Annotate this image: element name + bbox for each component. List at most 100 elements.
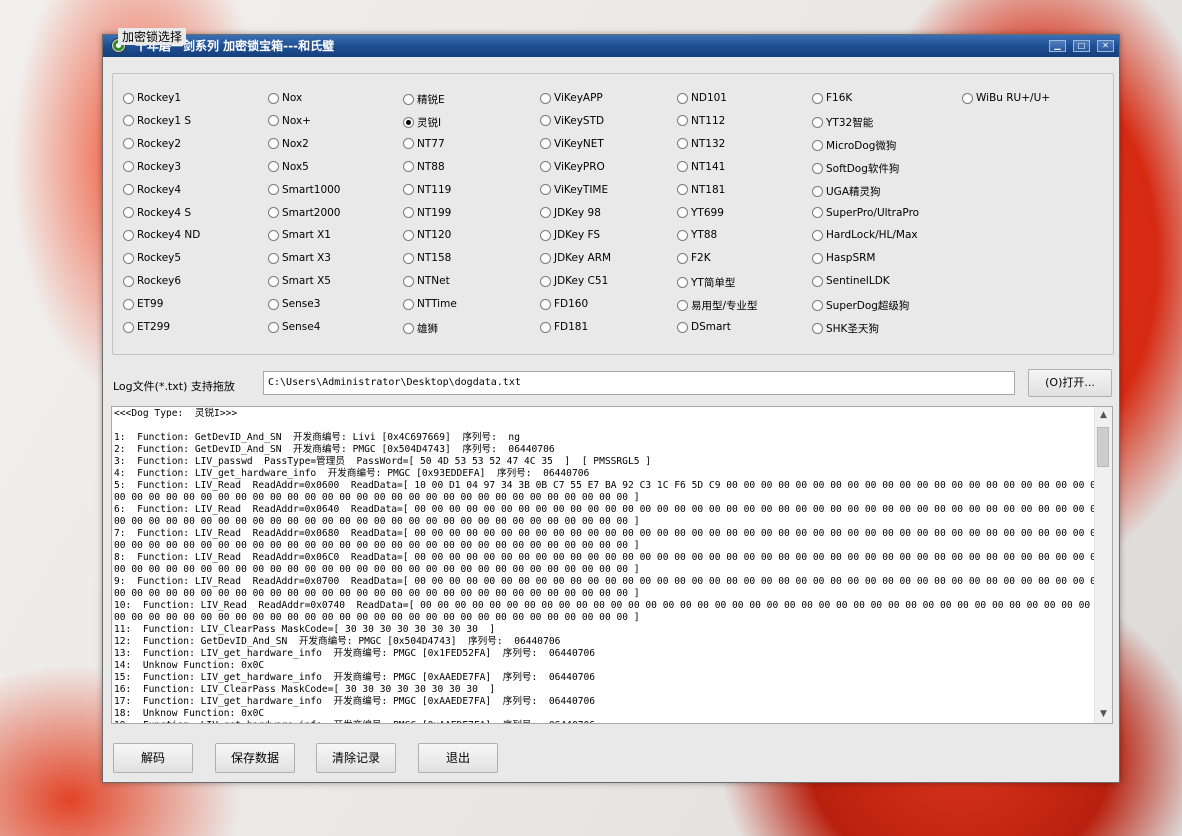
- radio-circle-icon[interactable]: [812, 92, 823, 104]
- radio-circle-icon[interactable]: [268, 275, 279, 287]
- dog-radio-3-3[interactable]: ViKeyPRO: [540, 161, 605, 173]
- radio-circle-icon[interactable]: [123, 321, 134, 333]
- scroll-down-icon[interactable]: ▼: [1095, 706, 1112, 723]
- log-path-input[interactable]: C:\Users\Administrator\Desktop\dogdata.t…: [263, 371, 1015, 395]
- dog-radio-4-1[interactable]: NT112: [677, 115, 725, 127]
- radio-circle-icon[interactable]: [540, 207, 551, 218]
- dog-radio-2-7[interactable]: NT158: [403, 252, 451, 264]
- dog-radio-3-10[interactable]: FD181: [540, 321, 588, 333]
- radio-circle-icon[interactable]: [268, 92, 279, 104]
- radio-circle-icon[interactable]: [123, 161, 134, 173]
- dog-radio-0-7[interactable]: Rockey5: [123, 252, 181, 264]
- radio-circle-icon[interactable]: [677, 277, 688, 289]
- dog-radio-4-10[interactable]: DSmart: [677, 321, 731, 333]
- dog-radio-0-10[interactable]: ET299: [123, 321, 170, 333]
- dog-radio-0-1[interactable]: Rockey1 S: [123, 115, 191, 127]
- dog-radio-1-4[interactable]: Smart1000: [268, 184, 340, 196]
- radio-circle-icon[interactable]: [268, 184, 279, 196]
- radio-circle-icon[interactable]: [677, 161, 688, 173]
- radio-circle-icon[interactable]: [812, 207, 823, 218]
- radio-circle-icon[interactable]: [677, 138, 688, 150]
- radio-circle-icon[interactable]: [677, 252, 688, 264]
- dog-radio-0-9[interactable]: ET99: [123, 298, 163, 310]
- radio-circle-icon[interactable]: [268, 161, 279, 173]
- dog-radio-5-2[interactable]: MicroDog微狗: [812, 138, 896, 153]
- radio-circle-icon[interactable]: [812, 275, 823, 287]
- dog-radio-0-2[interactable]: Rockey2: [123, 138, 181, 150]
- dog-radio-1-9[interactable]: Sense3: [268, 298, 320, 310]
- radio-circle-icon[interactable]: [540, 298, 551, 310]
- minimize-button[interactable]: ▁: [1049, 40, 1066, 52]
- scroll-up-icon[interactable]: ▲: [1095, 407, 1112, 424]
- radio-circle-icon[interactable]: [540, 275, 551, 287]
- radio-circle-icon[interactable]: [403, 161, 414, 173]
- dog-radio-1-2[interactable]: Nox2: [268, 138, 309, 150]
- decode-button[interactable]: 解码: [113, 743, 193, 773]
- radio-circle-icon[interactable]: [403, 138, 414, 150]
- dog-radio-5-1[interactable]: YT32智能: [812, 115, 873, 130]
- radio-circle-icon[interactable]: [962, 92, 973, 104]
- radio-circle-icon[interactable]: [403, 184, 414, 196]
- dog-radio-2-3[interactable]: NT88: [403, 161, 445, 173]
- radio-circle-icon[interactable]: [677, 229, 688, 241]
- open-file-button[interactable]: (O)打开...: [1028, 369, 1112, 397]
- dog-radio-3-7[interactable]: JDKey ARM: [540, 252, 611, 264]
- radio-circle-icon[interactable]: [677, 184, 688, 196]
- radio-circle-icon[interactable]: [403, 298, 414, 310]
- dog-radio-5-5[interactable]: SuperPro/UltraPro: [812, 207, 919, 219]
- dog-radio-1-3[interactable]: Nox5: [268, 161, 309, 173]
- radio-circle-icon[interactable]: [677, 321, 688, 333]
- dog-radio-3-2[interactable]: ViKeyNET: [540, 138, 604, 150]
- radio-circle-icon[interactable]: [812, 252, 823, 264]
- dog-radio-2-0[interactable]: 精锐E: [403, 92, 445, 107]
- dog-radio-3-6[interactable]: JDKey FS: [540, 229, 600, 241]
- dog-radio-0-6[interactable]: Rockey4 ND: [123, 229, 200, 241]
- log-scrollbar[interactable]: ▲ ▼: [1094, 407, 1112, 723]
- scroll-thumb[interactable]: [1097, 427, 1109, 467]
- radio-circle-icon[interactable]: [123, 229, 134, 241]
- radio-circle-icon[interactable]: [812, 300, 823, 312]
- radio-circle-icon[interactable]: [268, 115, 279, 127]
- dog-radio-4-0[interactable]: ND101: [677, 92, 727, 104]
- radio-circle-icon[interactable]: [540, 229, 551, 241]
- dog-radio-0-3[interactable]: Rockey3: [123, 161, 181, 173]
- radio-circle-icon[interactable]: [540, 161, 551, 173]
- clear-log-button[interactable]: 清除记录: [316, 743, 396, 773]
- radio-circle-icon[interactable]: [540, 252, 551, 264]
- radio-circle-icon[interactable]: [540, 321, 551, 333]
- radio-circle-icon[interactable]: [268, 298, 279, 310]
- dog-radio-1-1[interactable]: Nox+: [268, 115, 311, 127]
- close-button[interactable]: ✕: [1097, 40, 1114, 52]
- radio-circle-icon[interactable]: [268, 138, 279, 150]
- radio-circle-icon[interactable]: [403, 229, 414, 241]
- radio-circle-icon[interactable]: [812, 185, 823, 197]
- dog-radio-0-8[interactable]: Rockey6: [123, 275, 181, 287]
- dog-radio-2-6[interactable]: NT120: [403, 229, 451, 241]
- radio-circle-icon[interactable]: [812, 229, 823, 241]
- dog-radio-0-0[interactable]: Rockey1: [123, 92, 181, 104]
- dog-radio-2-5[interactable]: NT199: [403, 207, 451, 219]
- radio-circle-icon[interactable]: [812, 162, 823, 174]
- dog-radio-3-5[interactable]: JDKey 98: [540, 207, 601, 219]
- radio-circle-icon[interactable]: [812, 139, 823, 151]
- radio-circle-icon[interactable]: [123, 92, 134, 104]
- radio-circle-icon[interactable]: [403, 207, 414, 218]
- radio-circle-icon[interactable]: [268, 252, 279, 264]
- log-output-textarea[interactable]: <<<Dog Type: 灵锐I>>> 1: Function: GetDevI…: [111, 406, 1113, 724]
- radio-circle-icon[interactable]: [812, 323, 823, 334]
- radio-circle-icon[interactable]: [812, 116, 823, 128]
- dog-radio-2-1[interactable]: 灵锐I: [403, 115, 441, 130]
- radio-circle-icon[interactable]: [677, 115, 688, 127]
- exit-button[interactable]: 退出: [418, 743, 498, 773]
- title-bar[interactable]: 十年磨一剑系列 加密锁宝箱---和氏璧 ▁ □ ✕: [103, 35, 1119, 57]
- radio-circle-icon[interactable]: [403, 116, 414, 128]
- radio-circle-icon[interactable]: [403, 252, 414, 264]
- save-data-button[interactable]: 保存数据: [215, 743, 295, 773]
- dog-radio-4-7[interactable]: F2K: [677, 252, 711, 264]
- dog-radio-2-9[interactable]: NTTime: [403, 298, 457, 310]
- dog-radio-5-7[interactable]: HaspSRM: [812, 252, 876, 264]
- dog-radio-3-4[interactable]: ViKeyTIME: [540, 184, 608, 196]
- radio-circle-icon[interactable]: [403, 275, 414, 287]
- dog-radio-6-0[interactable]: WiBu RU+/U+: [962, 92, 1050, 104]
- radio-circle-icon[interactable]: [123, 184, 134, 196]
